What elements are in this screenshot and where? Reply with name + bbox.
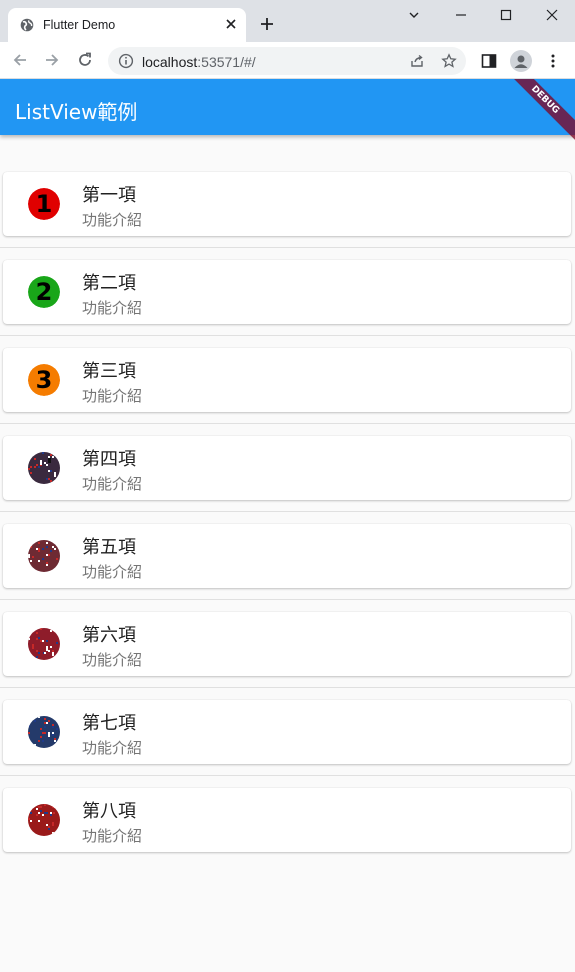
forward-arrow-icon[interactable] bbox=[42, 50, 62, 70]
number-badge-icon: 1 bbox=[28, 188, 60, 220]
more-menu-icon[interactable] bbox=[544, 52, 562, 70]
list-item[interactable]: 3 第三項功能介紹 bbox=[3, 348, 571, 412]
list-item-title: 第八項 bbox=[82, 801, 136, 822]
list-item-title: 第六項 bbox=[82, 625, 136, 646]
browser-toolbar: localhost:53571/#/ bbox=[0, 42, 575, 79]
number-badge-text: 1 bbox=[28, 188, 60, 220]
list-divider bbox=[0, 247, 575, 248]
browser-tab-strip: Flutter Demo bbox=[0, 0, 575, 42]
list-item[interactable]: 第八項 功能介紹 bbox=[3, 788, 571, 852]
number-badge-text: 2 bbox=[28, 276, 60, 308]
address-bar[interactable]: localhost:53571/#/ bbox=[108, 47, 466, 75]
browser-tab[interactable]: Flutter Demo bbox=[8, 8, 246, 42]
info-icon[interactable] bbox=[118, 53, 134, 69]
list-item-title: 第一項 bbox=[82, 185, 136, 206]
list-divider bbox=[0, 687, 575, 688]
list-item-title: 第五項 bbox=[82, 537, 136, 558]
reload-icon[interactable] bbox=[75, 50, 95, 70]
list-item-subtitle: 功能介紹 bbox=[82, 299, 143, 317]
side-panel-icon[interactable] bbox=[480, 52, 498, 70]
minimize-icon[interactable] bbox=[452, 6, 470, 24]
avatar-image bbox=[28, 716, 60, 748]
list-item[interactable]: 2 第二項功能介紹 bbox=[3, 260, 571, 324]
list-item-title: 第二項 bbox=[82, 273, 136, 294]
url-host: localhost bbox=[142, 54, 198, 70]
url-port: :53571/#/ bbox=[197, 54, 256, 70]
tab-title: Flutter Demo bbox=[43, 18, 116, 32]
list-divider bbox=[0, 511, 575, 512]
list-item[interactable]: 第五項 功能介紹 bbox=[3, 524, 571, 588]
globe-icon bbox=[20, 18, 34, 32]
list-divider bbox=[0, 423, 575, 424]
number-badge-icon: 3 bbox=[28, 364, 60, 396]
avatar-image bbox=[28, 452, 60, 484]
list-item[interactable]: 第七項 功能介紹 bbox=[3, 700, 571, 764]
url-text: localhost:53571/#/ bbox=[142, 54, 256, 70]
close-tab-icon[interactable] bbox=[222, 15, 240, 33]
maximize-icon[interactable] bbox=[497, 6, 515, 24]
list-divider bbox=[0, 599, 575, 600]
close-window-icon[interactable] bbox=[543, 6, 561, 24]
share-icon[interactable] bbox=[409, 53, 425, 69]
list-item-title: 第三項 bbox=[82, 361, 136, 382]
list-item[interactable]: 第六項 功能介紹 bbox=[3, 612, 571, 676]
star-icon[interactable] bbox=[441, 53, 457, 69]
avatar-image bbox=[28, 540, 60, 572]
list-item-subtitle: 功能介紹 bbox=[82, 387, 143, 405]
new-tab-icon[interactable] bbox=[258, 15, 276, 33]
app-title: ListView範例 bbox=[15, 100, 138, 124]
profile-avatar[interactable] bbox=[510, 50, 532, 72]
app-bar: ListView範例 bbox=[0, 79, 575, 135]
list-item-subtitle: 功能介紹 bbox=[82, 211, 143, 229]
list-item-subtitle: 功能介紹 bbox=[82, 563, 143, 581]
list-item-subtitle: 功能介紹 bbox=[82, 827, 143, 845]
number-badge-text: 3 bbox=[28, 364, 60, 396]
avatar-image bbox=[28, 628, 60, 660]
list-divider bbox=[0, 775, 575, 776]
list-item-subtitle: 功能介紹 bbox=[82, 739, 143, 757]
avatar-image bbox=[28, 804, 60, 836]
number-badge-icon: 2 bbox=[28, 276, 60, 308]
list-divider bbox=[0, 335, 575, 336]
list-item-title: 第四項 bbox=[82, 449, 136, 470]
list-item-subtitle: 功能介紹 bbox=[82, 475, 143, 493]
back-arrow-icon[interactable] bbox=[10, 50, 30, 70]
list-item[interactable]: 1 第一項功能介紹 bbox=[3, 172, 571, 236]
list-item[interactable]: 第四項 功能介紹 bbox=[3, 436, 571, 500]
person-icon bbox=[514, 55, 528, 68]
tab-search-icon[interactable] bbox=[405, 6, 423, 24]
list-item-subtitle: 功能介紹 bbox=[82, 651, 143, 669]
list-item-title: 第七項 bbox=[82, 713, 136, 734]
flutter-app: ListView範例 DEBUG 1 第一項 功能介紹 2 第二項 功能介紹 3 第三項 功能介… bbox=[0, 79, 575, 972]
